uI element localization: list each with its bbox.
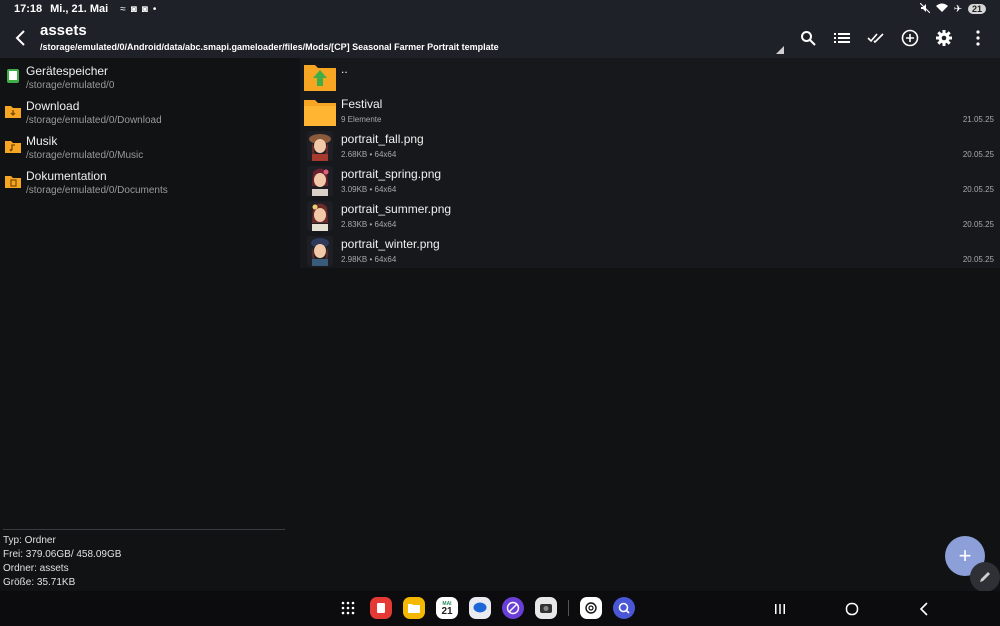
search-icon — [801, 31, 816, 46]
dock-separator — [568, 600, 569, 616]
parent-folder-icon — [304, 65, 336, 91]
list-item-file[interactable]: portrait_spring.png 3.09KB • 64x64 20.05… — [300, 163, 1000, 198]
download-folder-icon — [5, 106, 21, 118]
portrait-thumbnail-icon — [307, 131, 333, 161]
pencil-icon — [980, 572, 990, 582]
notes-app-icon[interactable] — [370, 597, 392, 619]
page-title: assets — [40, 22, 87, 39]
mute-icon — [919, 2, 930, 16]
status-notification-icons: ≈ ◙ ◙ • — [120, 4, 156, 15]
list-item-file[interactable]: portrait_winter.png 2.98KB • 64x64 20.05… — [300, 233, 1000, 268]
current-path[interactable]: /storage/emulated/0/Android/data/abc.sma… — [40, 42, 499, 52]
edit-button[interactable] — [970, 562, 1000, 592]
wifi-icon — [935, 3, 948, 16]
phone-storage-icon — [7, 69, 19, 83]
back-button[interactable] — [10, 26, 30, 50]
quick-search-app-icon[interactable] — [613, 597, 635, 619]
list-item-parent[interactable]: .. — [300, 58, 1000, 93]
add-circle-icon — [901, 29, 919, 47]
portrait-thumbnail-icon — [307, 166, 333, 196]
portrait-thumbnail-icon — [307, 236, 333, 266]
status-time: 17:18 — [14, 3, 43, 15]
path-dropdown-corner[interactable] — [776, 46, 784, 54]
arrow-back-icon — [15, 30, 25, 46]
home-icon — [845, 602, 859, 616]
recents-button[interactable] — [770, 599, 790, 619]
calendar-app-icon[interactable]: MAI 21 — [436, 597, 458, 619]
info-divider — [3, 529, 285, 530]
more-vert-icon — [976, 30, 980, 46]
messages-app-icon[interactable] — [469, 597, 491, 619]
storage-item-download[interactable]: Download /storage/emulated/0/Download — [0, 95, 290, 130]
home-button[interactable] — [842, 599, 862, 619]
add-button[interactable] — [898, 26, 922, 50]
list-item-file[interactable]: portrait_fall.png 2.68KB • 64x64 20.05.2… — [300, 128, 1000, 163]
wave-icon: ≈ — [120, 3, 126, 15]
camera-app-icon[interactable] — [535, 597, 557, 619]
browser-app-icon[interactable] — [502, 597, 524, 619]
storage-item-documents[interactable]: Dokumentation /storage/emulated/0/Docume… — [0, 165, 290, 200]
select-all-icon — [867, 33, 884, 44]
status-bar: 17:18 Mi., 21. Mai ≈ ◙ ◙ • ✈ 21 — [0, 0, 1000, 18]
dot-icon: • — [152, 3, 157, 15]
navigation-bar: MAI 21 — [0, 591, 1000, 626]
folder-icon — [304, 100, 336, 126]
plus-icon: + — [958, 543, 972, 568]
storage-panel: Gerätespeicher /storage/emulated/0 Downl… — [0, 58, 290, 530]
airplane-icon: ✈ — [953, 3, 962, 15]
list-item-festival[interactable]: Festival 9 Elemente 21.05.25 — [300, 93, 1000, 128]
nav-back-button[interactable] — [914, 599, 934, 619]
view-mode-button[interactable] — [830, 26, 854, 50]
recents-icon — [775, 604, 785, 614]
info-free-space: Frei: 379.06GB/ 458.09GB — [3, 549, 122, 560]
chatgpt-app-icon[interactable] — [580, 597, 602, 619]
app-bar: assets /storage/emulated/0/Android/data/… — [0, 18, 1000, 58]
app-dock: MAI 21 — [337, 597, 635, 619]
instagram-icon: ◙ — [141, 3, 148, 15]
list-item-file[interactable]: portrait_summer.png 2.83KB • 64x64 20.05… — [300, 198, 1000, 233]
folder-info: Typ: Ordner Frei: 379.06GB/ 458.09GB Ord… — [3, 534, 121, 590]
storage-item-music[interactable]: Musik /storage/emulated/0/Music — [0, 130, 290, 165]
more-options-button[interactable] — [966, 26, 990, 50]
system-nav-keys — [770, 599, 934, 619]
battery-indicator: 21 — [967, 4, 986, 14]
file-list: .. Festival 9 Elemente 21.05.25 portrait… — [300, 58, 1000, 268]
files-app-icon[interactable] — [403, 597, 425, 619]
apps-grid-icon[interactable] — [337, 597, 359, 619]
info-type: Typ: Ordner — [3, 535, 56, 546]
select-all-button[interactable] — [864, 26, 888, 50]
document-folder-icon — [5, 176, 21, 188]
info-folder: Ordner: assets — [3, 563, 69, 574]
status-date: Mi., 21. Mai — [50, 3, 109, 15]
portrait-thumbnail-icon — [307, 201, 333, 231]
nav-back-icon — [919, 602, 928, 616]
storage-item-device[interactable]: Gerätespeicher /storage/emulated/0 — [0, 60, 290, 95]
toolbar — [796, 26, 990, 50]
info-size: Größe: 35.71KB — [3, 577, 76, 588]
instagram-icon: ◙ — [130, 3, 137, 15]
settings-button[interactable] — [932, 26, 956, 50]
music-folder-icon — [5, 141, 21, 153]
list-view-icon — [834, 33, 850, 43]
gear-icon — [936, 30, 952, 46]
search-button[interactable] — [796, 26, 820, 50]
